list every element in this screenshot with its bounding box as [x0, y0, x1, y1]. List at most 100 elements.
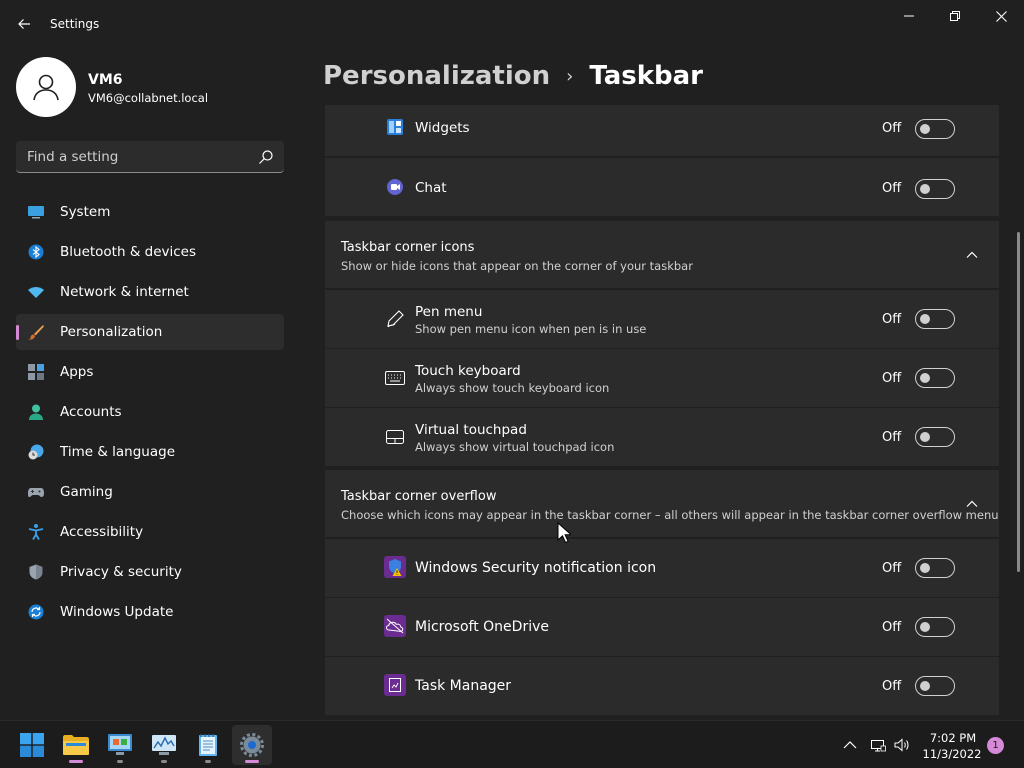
sidebar-item-windows-update[interactable]: Windows Update [16, 594, 284, 630]
user-email: VM6@collabnet.local [88, 91, 209, 105]
sidebar-item-accounts[interactable]: Accounts [16, 394, 284, 430]
chat-toggle[interactable] [915, 179, 955, 199]
toggle-state-label: Off [882, 181, 902, 196]
taskbar-file-explorer[interactable] [56, 725, 96, 765]
widgets-icon [387, 119, 403, 135]
performance-monitor-icon [152, 735, 176, 755]
setting-row-task-manager[interactable]: Task Manager Off [325, 657, 999, 715]
taskbar-performance-monitor[interactable] [144, 725, 184, 765]
minimize-button[interactable] [886, 0, 932, 32]
folder-icon [63, 735, 89, 755]
sidebar-item-label: System [60, 204, 111, 220]
chevron-up-icon[interactable] [965, 497, 979, 511]
sidebar-item-gaming[interactable]: Gaming [16, 474, 284, 510]
setting-row-pen-menu[interactable]: Pen menu Show pen menu icon when pen is … [325, 290, 999, 348]
restore-button[interactable] [932, 0, 978, 32]
task-manager-toggle[interactable] [915, 676, 955, 696]
start-button[interactable] [12, 725, 52, 765]
sidebar-item-apps[interactable]: Apps [16, 354, 284, 390]
windows-logo-icon [20, 733, 44, 757]
section-description: Show or hide icons that appear on the co… [341, 259, 693, 273]
minimize-icon [904, 15, 914, 17]
sidebar-item-privacy-security[interactable]: Privacy & security [16, 554, 284, 590]
task-manager-icon [384, 674, 406, 696]
widgets-toggle[interactable] [915, 119, 955, 139]
setting-description: Always show virtual touchpad icon [415, 440, 615, 454]
sidebar-item-label: Accounts [60, 404, 122, 420]
toggle-state-label: Off [882, 679, 902, 694]
toggle-state-label: Off [882, 121, 902, 136]
breadcrumb-parent[interactable]: Personalization [323, 61, 550, 91]
setting-title: Chat [415, 180, 447, 196]
running-indicator [161, 760, 167, 763]
toggle-knob [920, 622, 930, 632]
touch-keyboard-toggle[interactable] [915, 368, 955, 388]
setting-row-virtual-touchpad[interactable]: Virtual touchpad Always show virtual tou… [325, 408, 999, 466]
virtual-touchpad-toggle[interactable] [915, 427, 955, 447]
section-header-corner-icons[interactable]: Taskbar corner icons Show or hide icons … [325, 221, 999, 288]
show-hidden-icons-icon[interactable] [842, 737, 858, 753]
setting-title: Virtual touchpad [415, 422, 527, 438]
sidebar-item-label: Privacy & security [60, 564, 182, 580]
back-button[interactable] [10, 10, 38, 38]
taskbar-control-panel[interactable] [100, 725, 140, 765]
notification-badge[interactable]: 1 [987, 737, 1004, 754]
clock-time[interactable]: 7:02 PM [928, 731, 978, 745]
taskbar-notepad[interactable] [188, 725, 228, 765]
close-button[interactable] [978, 0, 1024, 32]
running-indicator [69, 760, 83, 763]
sidebar-item-personalization[interactable]: Personalization [16, 314, 284, 350]
toggle-knob [920, 184, 930, 194]
sidebar-item-time-language[interactable]: Time & language [16, 434, 284, 470]
sidebar-item-label: Time & language [60, 444, 176, 460]
section-title: Taskbar corner overflow [341, 489, 497, 504]
wifi-icon [28, 287, 44, 298]
accessibility-icon [28, 524, 44, 540]
section-header-corner-overflow[interactable]: Taskbar corner overflow Choose which ico… [325, 470, 999, 537]
sidebar-item-system[interactable]: System [16, 194, 284, 230]
update-icon [28, 604, 44, 620]
search-input[interactable] [16, 141, 246, 172]
close-icon [995, 10, 1007, 22]
person-icon [29, 404, 43, 420]
user-name: VM6 [88, 72, 123, 88]
volume-icon[interactable] [894, 737, 910, 753]
search-icon[interactable] [258, 149, 274, 165]
setting-row-chat[interactable]: Chat Off [325, 158, 999, 216]
windows-security-toggle[interactable] [915, 558, 955, 578]
scrollbar-thumb[interactable] [1017, 232, 1020, 572]
page-title: Taskbar [589, 61, 704, 91]
setting-row-touch-keyboard[interactable]: Touch keyboard Always show touch keyboar… [325, 349, 999, 407]
chat-icon [387, 179, 403, 195]
section-description: Choose which icons may appear in the tas… [341, 508, 999, 522]
running-indicator [117, 760, 123, 763]
onedrive-toggle[interactable] [915, 617, 955, 637]
onedrive-icon [384, 615, 406, 637]
network-icon[interactable] [870, 737, 886, 753]
sidebar-item-bluetooth[interactable]: Bluetooth & devices [16, 234, 284, 270]
user-icon [33, 74, 59, 101]
setting-description: Always show touch keyboard icon [415, 381, 610, 395]
toggle-state-label: Off [882, 312, 902, 327]
sidebar-item-accessibility[interactable]: Accessibility [16, 514, 284, 550]
setting-row-windows-security[interactable]: Windows Security notification icon Off [325, 539, 999, 597]
shield-icon [29, 564, 43, 580]
selection-indicator [16, 325, 19, 340]
mouse-cursor-icon [557, 522, 571, 544]
toggle-knob [920, 563, 930, 573]
avatar[interactable] [16, 57, 76, 117]
setting-row-onedrive[interactable]: Microsoft OneDrive Off [325, 598, 999, 656]
setting-title: Task Manager [415, 678, 512, 694]
setting-title: Microsoft OneDrive [415, 619, 549, 635]
toggle-knob [920, 124, 930, 134]
chevron-up-icon[interactable] [965, 248, 979, 262]
clock-date[interactable]: 11/3/2022 [922, 747, 982, 761]
pen-menu-toggle[interactable] [915, 309, 955, 329]
sidebar-item-network[interactable]: Network & internet [16, 274, 284, 310]
taskbar-settings[interactable] [232, 725, 272, 765]
touchpad-icon [386, 430, 404, 444]
setting-row-widgets[interactable]: Widgets Off [325, 105, 999, 156]
running-indicator [245, 760, 259, 763]
keyboard-icon [385, 371, 405, 385]
sidebar-item-label: Bluetooth & devices [60, 244, 197, 260]
